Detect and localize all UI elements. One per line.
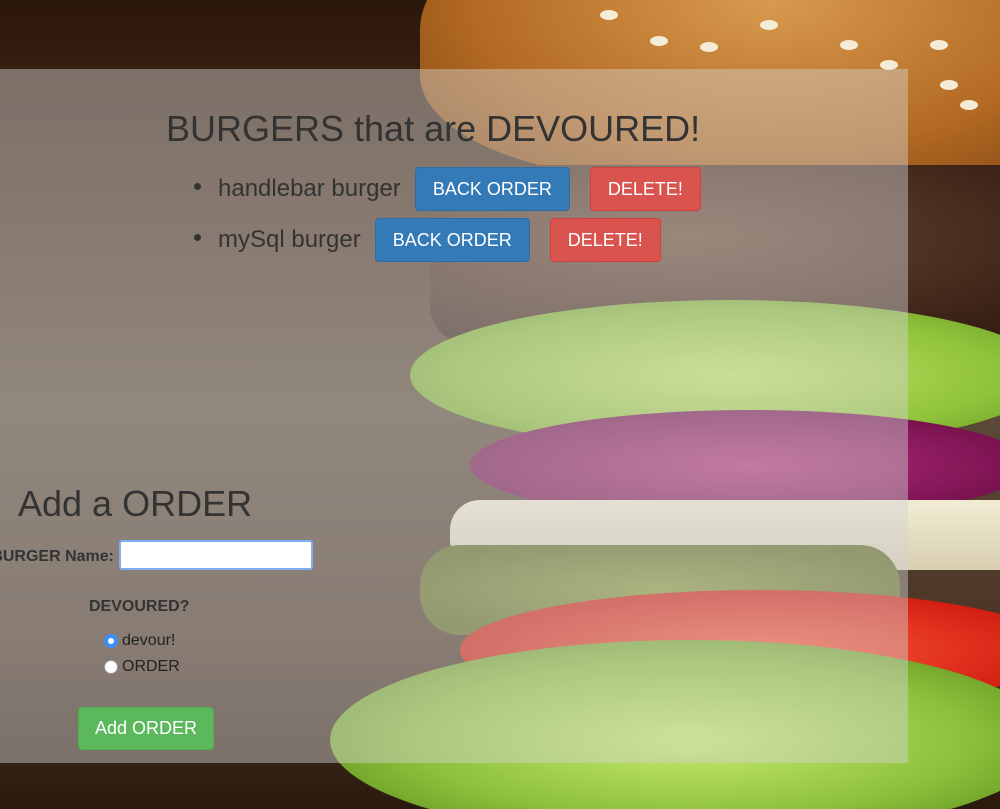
bullet-icon xyxy=(194,234,201,241)
radio-option-devour[interactable]: devour! xyxy=(104,632,175,650)
devoured-title: BURGERS that are DEVOURED! xyxy=(166,108,701,149)
radio-label: ORDER xyxy=(122,658,180,675)
radio-option-order[interactable]: ORDER xyxy=(104,658,180,676)
sesame-seed xyxy=(600,10,618,20)
delete-button[interactable]: DELETE! xyxy=(549,218,661,262)
radio-label: devour! xyxy=(122,632,176,649)
add-order-title: Add a ORDER xyxy=(18,483,253,524)
sesame-seed xyxy=(960,100,978,110)
radio-checked-icon[interactable] xyxy=(104,634,118,648)
list-item: handlebar burger BACK ORDER DELETE! xyxy=(194,166,721,212)
list-item: mySql burger BACK ORDER DELETE! xyxy=(194,217,681,263)
sesame-seed xyxy=(930,40,948,50)
add-order-button[interactable]: Add ORDER xyxy=(78,707,215,750)
sesame-seed xyxy=(760,20,778,30)
burger-name-label: BURGER Name: xyxy=(0,548,114,565)
back-order-button[interactable]: BACK ORDER xyxy=(374,218,530,262)
radio-unchecked-icon[interactable] xyxy=(104,660,118,674)
sesame-seed xyxy=(940,80,958,90)
sesame-seed xyxy=(840,40,858,50)
burger-name: mySql burger xyxy=(218,226,361,253)
delete-button[interactable]: DELETE! xyxy=(589,167,701,211)
bullet-icon xyxy=(194,183,201,190)
sesame-seed xyxy=(650,36,668,46)
back-order-button[interactable]: BACK ORDER xyxy=(414,167,570,211)
sesame-seed xyxy=(700,42,718,52)
devoured-question-label: DEVOURED? xyxy=(89,598,190,615)
burger-name: handlebar burger xyxy=(218,175,401,202)
burger-name-input[interactable] xyxy=(119,540,313,570)
